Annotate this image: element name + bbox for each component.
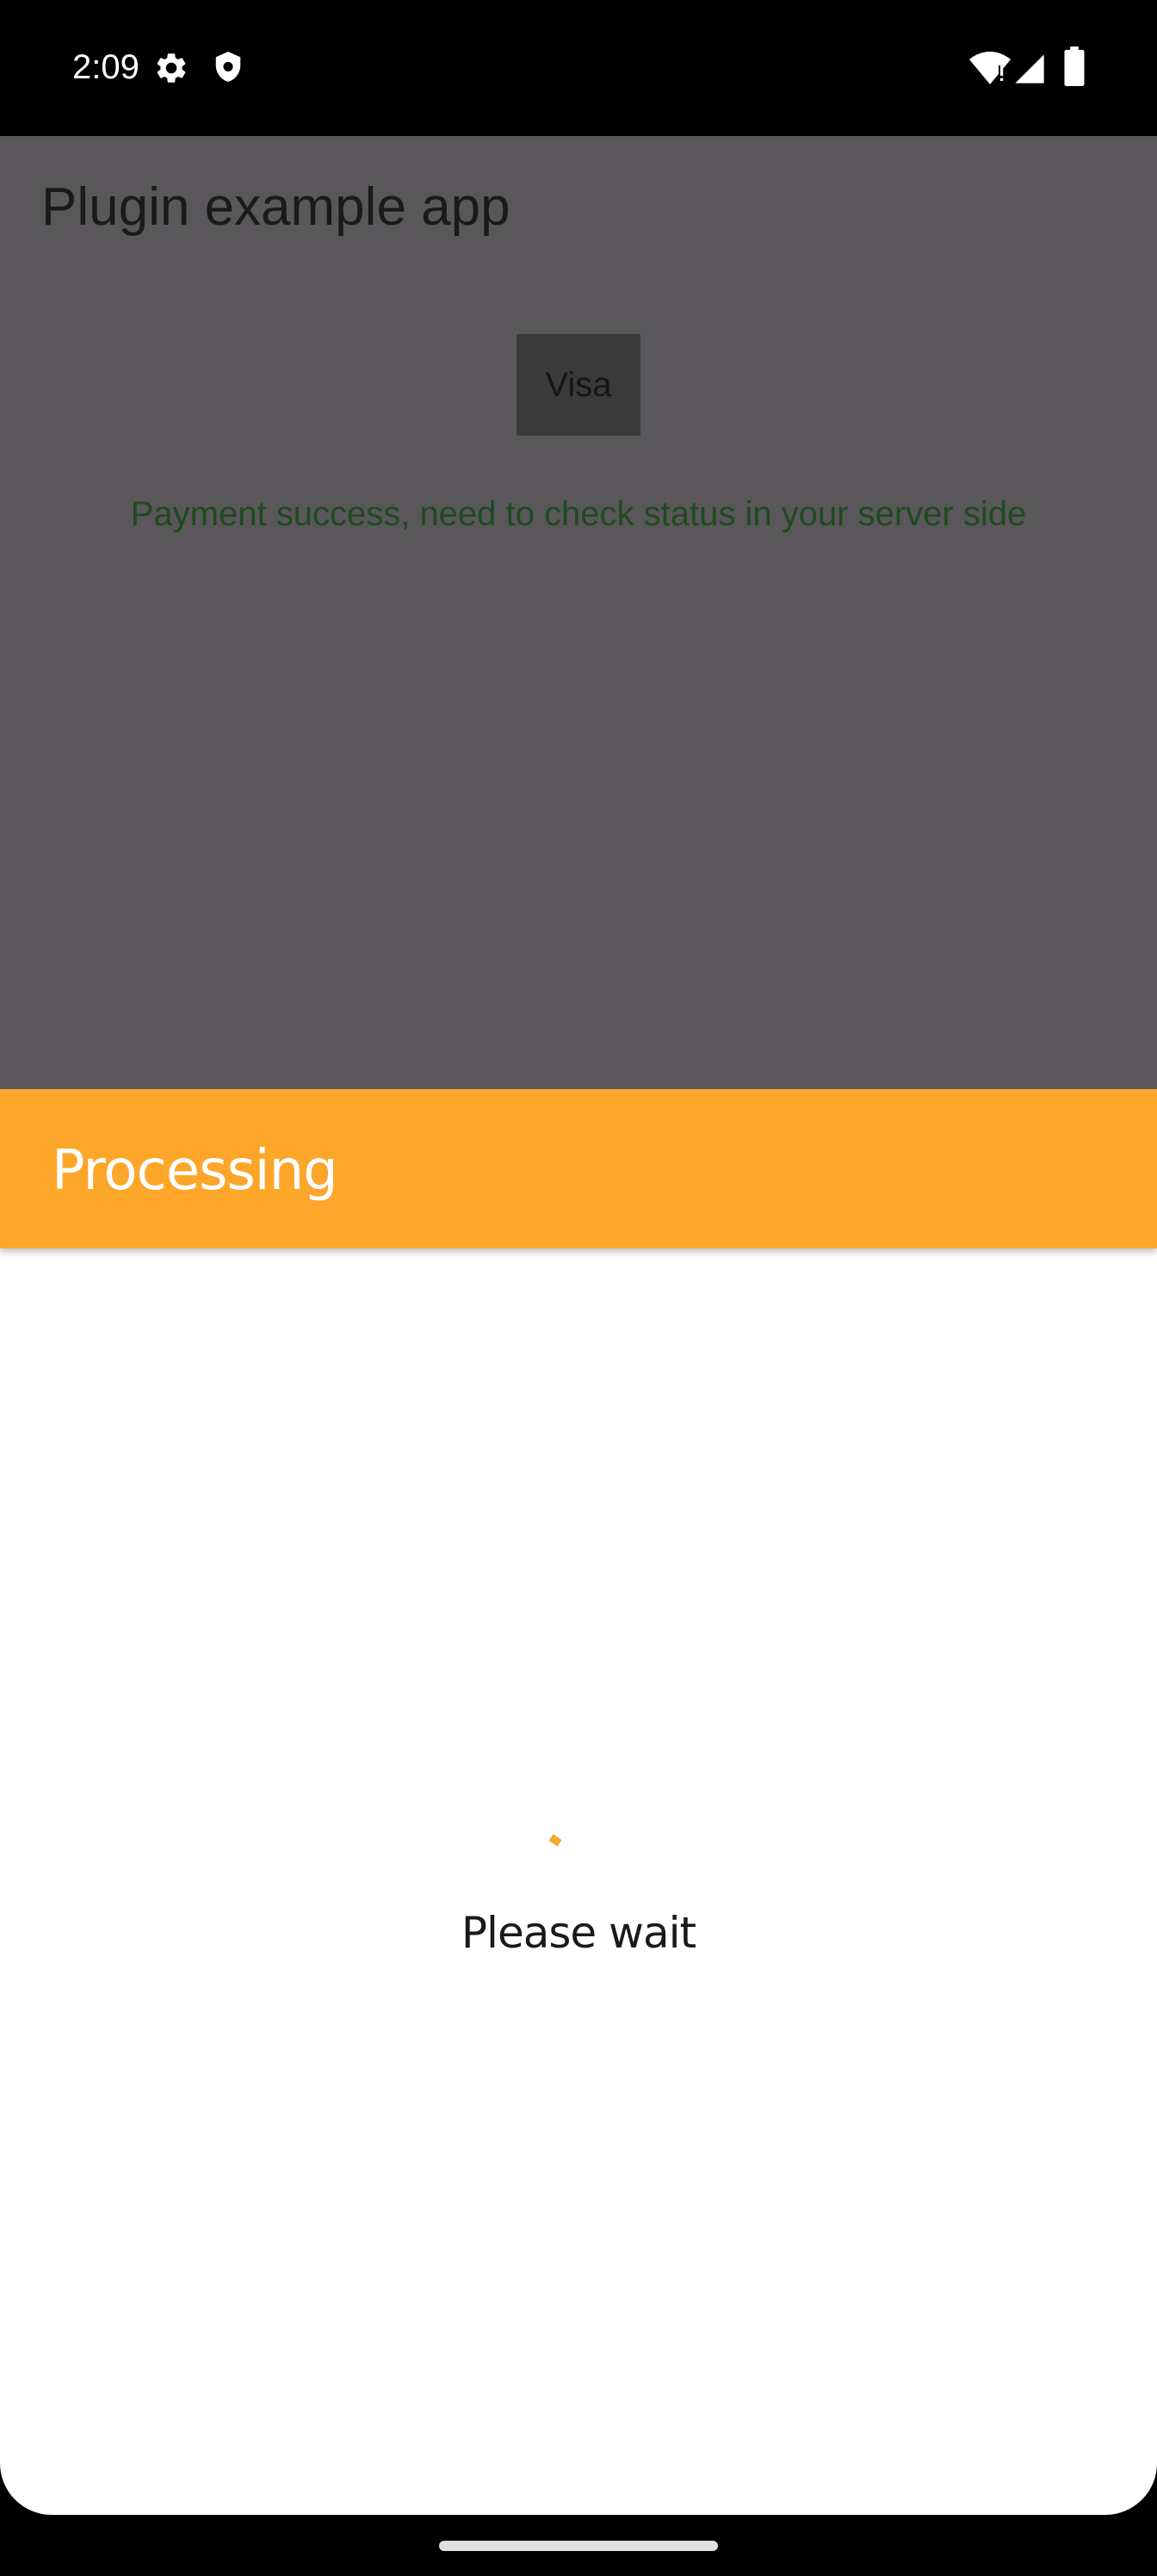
sheet-header: Processing	[0, 1089, 1157, 1248]
loading-spinner-icon	[548, 1834, 562, 1847]
app-background-scrim[interactable]	[0, 136, 1157, 1089]
status-bar: 2:09	[0, 0, 1157, 136]
please-wait-text: Please wait	[461, 1908, 696, 1958]
shield-icon	[215, 52, 241, 82]
home-indicator[interactable]	[439, 2541, 718, 2551]
payment-status-message: Payment success, need to check status in…	[130, 495, 1027, 533]
processing-bottom-sheet: Processing Please wait	[0, 1089, 1157, 2515]
visa-button[interactable]: Visa	[517, 334, 640, 436]
cell-signal-icon	[1015, 54, 1044, 84]
sheet-title: Processing	[52, 1139, 338, 1203]
status-time: 2:09	[72, 48, 139, 86]
settings-gear-icon	[157, 53, 186, 83]
wifi-icon	[969, 52, 1011, 84]
battery-icon	[1064, 46, 1085, 86]
app-title: Plugin example app	[41, 177, 510, 237]
